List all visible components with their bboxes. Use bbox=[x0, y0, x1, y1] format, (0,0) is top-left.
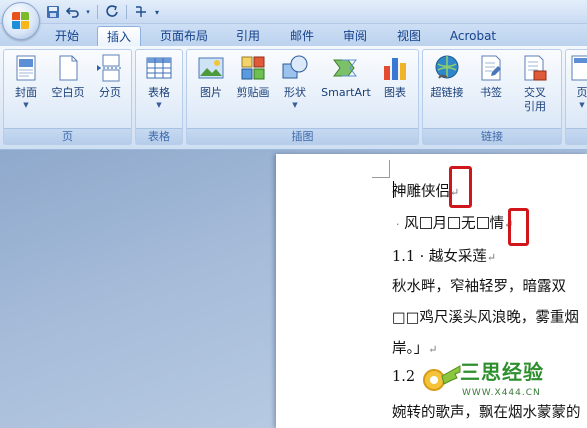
bookmark-icon bbox=[481, 55, 501, 81]
customize-toolbar-icon[interactable]: ▾ bbox=[152, 3, 162, 21]
empty-glyph-box bbox=[448, 217, 461, 229]
cross-reference-icon bbox=[524, 55, 547, 81]
undo-icon[interactable] bbox=[64, 3, 82, 21]
empty-glyph-box bbox=[476, 217, 489, 229]
dropdown-arrow-icon: ▼ bbox=[292, 101, 298, 109]
group-tables: 表格 ▼ 表格 bbox=[135, 49, 183, 145]
redo-icon[interactable] bbox=[103, 3, 121, 21]
hyperlink-icon bbox=[435, 55, 459, 79]
page-break-button[interactable]: 分页 bbox=[90, 54, 130, 124]
smartart-button[interactable]: SmartArt bbox=[319, 54, 373, 124]
shapes-icon bbox=[282, 55, 308, 79]
group-header-footer: 页 ▼ bbox=[565, 49, 587, 145]
paragraph-mark-icon: ↵ bbox=[486, 251, 497, 264]
smartart-icon bbox=[333, 59, 357, 77]
tab-references[interactable]: 引用 bbox=[226, 26, 270, 46]
group-links: 超链接 书签 交叉 引用 链接 bbox=[422, 49, 562, 145]
watermark: 三思经验 WWW.X444.CN bbox=[418, 350, 587, 414]
title-bar: ▾ ▾ bbox=[0, 0, 587, 40]
highlight-box bbox=[508, 208, 529, 246]
clip-art-button[interactable]: 剪贴画 bbox=[233, 54, 273, 124]
empty-glyph-box bbox=[419, 217, 432, 229]
ribbon-tabs: 开始 插入 页面布局 引用 邮件 审阅 视图 Acrobat bbox=[0, 24, 587, 47]
hyperlink-button[interactable]: 超链接 bbox=[427, 54, 467, 124]
office-button[interactable] bbox=[2, 2, 40, 40]
toolbar-divider bbox=[97, 5, 98, 19]
doc-line[interactable]: · 风月无情↵ bbox=[396, 212, 513, 233]
blank-page-button[interactable]: 空白页 bbox=[48, 54, 88, 124]
tab-view[interactable]: 视图 bbox=[387, 26, 431, 46]
watermark-title: 三思经验 bbox=[460, 360, 544, 384]
highlight-box bbox=[449, 166, 472, 208]
cover-page-icon bbox=[16, 55, 36, 81]
ribbon: 封面 ▼ 空白页 分页 页 表格 ▼ 表格 图片 剪贴画 形状 ▼ SmartA… bbox=[0, 46, 587, 150]
doc-line[interactable]: □□鸡尺溪头风浪晚，雾重烟 bbox=[392, 306, 579, 327]
clip-art-icon bbox=[241, 56, 265, 80]
table-icon bbox=[146, 57, 172, 79]
dropdown-arrow-icon: ▼ bbox=[23, 101, 29, 109]
quick-access-toolbar: ▾ ▾ bbox=[44, 3, 162, 21]
page-break-icon bbox=[97, 54, 121, 82]
blank-page-icon bbox=[59, 55, 78, 81]
tab-mailings[interactable]: 邮件 bbox=[280, 26, 324, 46]
margin-corner-mark bbox=[372, 160, 390, 178]
tab-home[interactable]: 开始 bbox=[44, 26, 90, 46]
table-draw-icon[interactable] bbox=[132, 3, 150, 21]
save-icon[interactable] bbox=[44, 3, 62, 21]
group-pages: 封面 ▼ 空白页 分页 页 bbox=[3, 49, 132, 145]
bookmark-button[interactable]: 书签 bbox=[471, 54, 511, 124]
shapes-button[interactable]: 形状 ▼ bbox=[275, 54, 315, 124]
group-label-pages: 页 bbox=[4, 128, 131, 144]
chart-button[interactable]: 图表 bbox=[375, 54, 415, 124]
tab-review[interactable]: 审阅 bbox=[333, 26, 377, 46]
header-button[interactable]: 页 ▼ bbox=[568, 54, 587, 124]
dropdown-arrow-icon: ▼ bbox=[579, 101, 585, 109]
doc-heading[interactable]: 1.1 · 越女采莲↵ bbox=[392, 245, 496, 266]
chart-icon bbox=[384, 58, 406, 80]
cross-reference-button[interactable]: 交叉 引用 bbox=[515, 54, 555, 124]
toolbar-divider bbox=[126, 5, 127, 19]
office-logo-icon bbox=[12, 12, 30, 30]
watermark-url: WWW.X444.CN bbox=[462, 388, 541, 398]
doc-line[interactable]: 秋水畔，窄袖轻罗，暗露双 bbox=[392, 275, 566, 296]
group-label-links: 链接 bbox=[423, 128, 561, 144]
group-illustrations: 图片 剪贴画 形状 ▼ SmartArt 图表 插图 bbox=[186, 49, 419, 145]
picture-button[interactable]: 图片 bbox=[191, 54, 231, 124]
key-logo-icon bbox=[423, 365, 461, 391]
cover-page-button[interactable]: 封面 ▼ bbox=[6, 54, 46, 124]
group-label-header-footer bbox=[566, 128, 587, 144]
group-label-illustrations: 插图 bbox=[187, 128, 418, 144]
header-icon bbox=[571, 55, 587, 81]
tab-page-layout[interactable]: 页面布局 bbox=[152, 26, 216, 46]
tab-insert[interactable]: 插入 bbox=[97, 26, 141, 47]
undo-dropdown-icon[interactable]: ▾ bbox=[84, 3, 92, 21]
doc-heading[interactable]: 1.2 bbox=[392, 369, 415, 385]
table-button[interactable]: 表格 ▼ bbox=[139, 54, 179, 124]
tab-acrobat[interactable]: Acrobat bbox=[440, 26, 506, 46]
picture-icon bbox=[198, 57, 224, 79]
dropdown-arrow-icon: ▼ bbox=[156, 101, 162, 109]
group-label-tables: 表格 bbox=[136, 128, 182, 144]
